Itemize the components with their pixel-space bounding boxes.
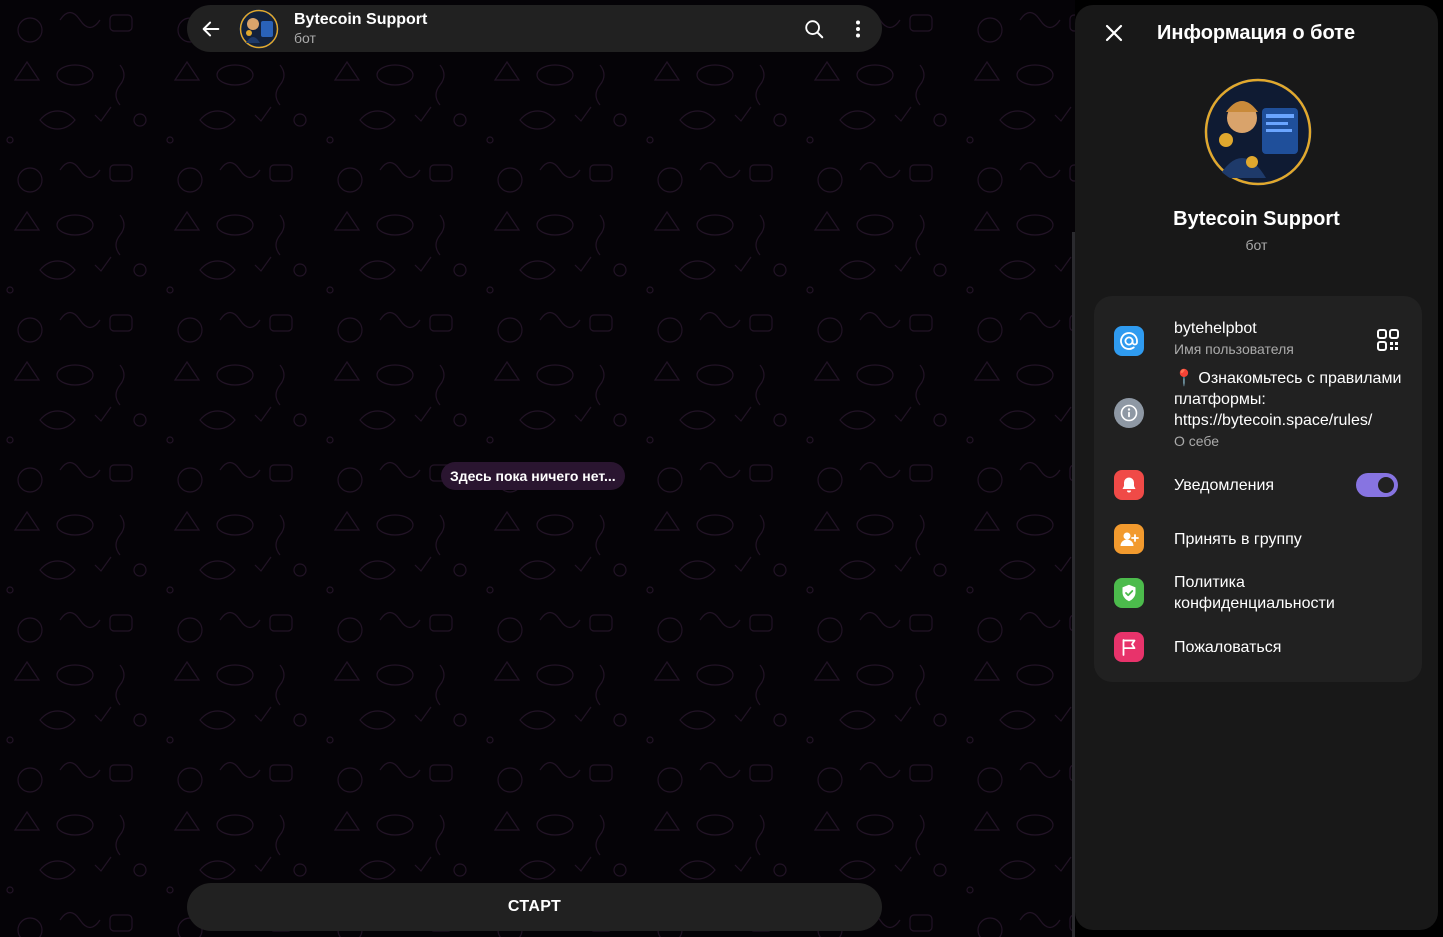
notifications-toggle[interactable] <box>1356 473 1398 497</box>
about-text: 📍 Ознакомьтесь с правилами платформы: ht… <box>1174 368 1402 449</box>
more-vertical-icon <box>856 20 860 37</box>
privacy-policy-row[interactable]: Политика конфиденциальности <box>1094 570 1422 616</box>
flag-icon <box>1114 632 1144 662</box>
panel-header: Информация о боте <box>1075 5 1438 61</box>
chat-header: Bytecoin Support бот <box>187 5 882 52</box>
qr-code-icon <box>1377 329 1399 351</box>
info-icon <box>1114 398 1144 428</box>
username-value: bytehelpbot <box>1174 320 1257 337</box>
username-label: Имя пользователя <box>1174 341 1294 357</box>
about-label: О себе <box>1174 433 1220 449</box>
report-text: Пожаловаться <box>1174 637 1402 658</box>
shield-check-icon <box>1114 578 1144 608</box>
back-button[interactable] <box>189 7 233 51</box>
about-value: 📍 Ознакомьтесь с правилами платформы: ht… <box>1174 370 1402 429</box>
qr-code-button[interactable] <box>1376 328 1402 354</box>
privacy-policy-label: Политика конфиденциальности <box>1174 574 1335 612</box>
bot-info-panel: Информация о боте Bytecoin Support бот b… <box>1075 5 1438 930</box>
add-to-group-label: Принять в группу <box>1174 531 1302 548</box>
chat-title-block[interactable]: Bytecoin Support бот <box>294 11 794 46</box>
chat-title: Bytecoin Support <box>294 11 428 28</box>
bot-avatar-icon <box>239 8 279 49</box>
bell-icon <box>1114 470 1144 500</box>
arrow-left-icon <box>202 21 220 36</box>
profile-avatar[interactable] <box>1204 78 1312 186</box>
about-row[interactable]: 📍 Ознакомьтесь с правилами платформы: ht… <box>1094 366 1422 458</box>
profile-status: бот <box>1245 237 1268 253</box>
more-options-button[interactable] <box>838 9 878 49</box>
profile-name: Bytecoin Support <box>1173 208 1340 230</box>
close-panel-button[interactable] <box>1094 13 1134 53</box>
chat-subtitle: бот <box>294 29 316 46</box>
at-sign-icon <box>1114 326 1144 356</box>
notifications-row[interactable]: Уведомления <box>1094 464 1422 506</box>
chat-area: Bytecoin Support бот Здесь пока ничего н… <box>0 0 1075 937</box>
toggle-knob <box>1378 477 1394 493</box>
search-icon <box>805 19 824 38</box>
close-icon <box>1105 24 1123 42</box>
chat-avatar[interactable] <box>239 8 279 49</box>
search-button[interactable] <box>794 9 834 49</box>
info-card: bytehelpbot Имя пользователя 📍 Ознакомьт… <box>1094 296 1422 682</box>
add-to-group-row[interactable]: Принять в группу <box>1094 518 1422 560</box>
privacy-policy-text: Политика конфиденциальности <box>1174 572 1402 614</box>
panel-title: Информация о боте <box>1157 21 1356 44</box>
report-label: Пожаловаться <box>1174 639 1282 656</box>
username-text: bytehelpbot Имя пользователя <box>1174 318 1362 357</box>
empty-chat-message: Здесь пока ничего нет... <box>441 462 625 490</box>
add-to-group-text: Принять в группу <box>1174 529 1402 550</box>
start-button[interactable]: СТАРТ <box>187 883 882 931</box>
report-row[interactable]: Пожаловаться <box>1094 626 1422 668</box>
bot-avatar-icon <box>1204 78 1312 186</box>
add-user-icon <box>1114 524 1144 554</box>
